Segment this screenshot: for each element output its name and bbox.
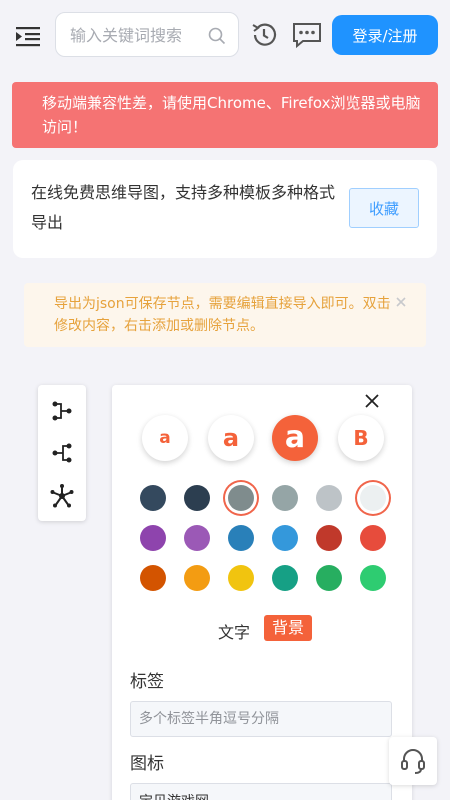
message-icon[interactable] (291, 20, 323, 50)
color-swatch[interactable] (228, 485, 254, 511)
background-mode-tab[interactable]: 背景 (264, 615, 312, 641)
favorite-button[interactable]: 收藏 (349, 188, 419, 228)
style-option-bold[interactable]: B (338, 415, 384, 461)
color-swatch[interactable] (272, 565, 298, 591)
compatibility-warning: 移动端兼容性差，请使用Chrome、Firefox浏览器或电脑访问！ (12, 82, 438, 148)
style-option-small[interactable]: a (142, 415, 188, 461)
color-swatch[interactable] (184, 525, 210, 551)
structure-right-icon[interactable] (50, 399, 74, 423)
color-swatch[interactable] (272, 525, 298, 551)
color-swatch[interactable] (184, 485, 210, 511)
history-icon[interactable] (249, 20, 279, 50)
color-swatch[interactable] (360, 565, 386, 591)
text-style-options: a a a B (112, 415, 412, 461)
customer-support-button[interactable] (389, 737, 437, 785)
headset-icon (401, 749, 425, 774)
structure-left-icon[interactable] (50, 441, 74, 465)
tag-label: 标签 (130, 672, 164, 692)
tip-alert: 导出为json可保存节点，需要编辑直接导入即可。双击修改内容，右击添加或删除节点… (24, 283, 426, 347)
warning-text: 移动端兼容性差，请使用Chrome、Firefox浏览器或电脑访问！ (42, 94, 421, 136)
structure-radial-icon[interactable] (50, 484, 74, 508)
color-swatch[interactable] (228, 525, 254, 551)
color-swatch[interactable] (316, 565, 342, 591)
style-option-large[interactable]: a (272, 415, 318, 461)
style-option-medium[interactable]: a (208, 415, 254, 461)
node-style-panel: a a a B 文字 背景 标签 图标 (112, 385, 412, 800)
top-bar: 登录/注册 (0, 0, 450, 70)
icon-label: 图标 (130, 754, 164, 774)
color-swatch[interactable] (360, 485, 386, 511)
card-description: 在线免费思维导图，支持多种模板多种格式导出 (31, 183, 336, 232)
tip-text: 导出为json可保存节点，需要编辑直接导入即可。双击修改内容，右击添加或删除节点… (54, 296, 391, 334)
structure-toolbar (38, 385, 86, 521)
color-swatch[interactable] (316, 485, 342, 511)
close-icon[interactable] (394, 295, 408, 309)
color-swatch[interactable] (184, 565, 210, 591)
close-icon[interactable] (363, 392, 381, 410)
tag-input[interactable] (130, 701, 392, 737)
color-swatch[interactable] (140, 485, 166, 511)
description-card: 在线免费思维导图，支持多种模板多种格式导出 收藏 (13, 160, 437, 258)
menu-icon[interactable] (14, 24, 42, 48)
color-swatch[interactable] (140, 525, 166, 551)
search-input[interactable] (70, 22, 200, 48)
color-swatch[interactable] (140, 565, 166, 591)
color-swatch[interactable] (272, 485, 298, 511)
search-box (55, 12, 239, 57)
login-register-button[interactable]: 登录/注册 (332, 15, 438, 55)
color-swatch[interactable] (316, 525, 342, 551)
color-swatch[interactable] (360, 525, 386, 551)
color-swatch[interactable] (228, 565, 254, 591)
search-icon[interactable] (208, 27, 226, 45)
text-mode-tab[interactable]: 文字 (218, 619, 250, 643)
icon-input[interactable] (130, 783, 392, 800)
